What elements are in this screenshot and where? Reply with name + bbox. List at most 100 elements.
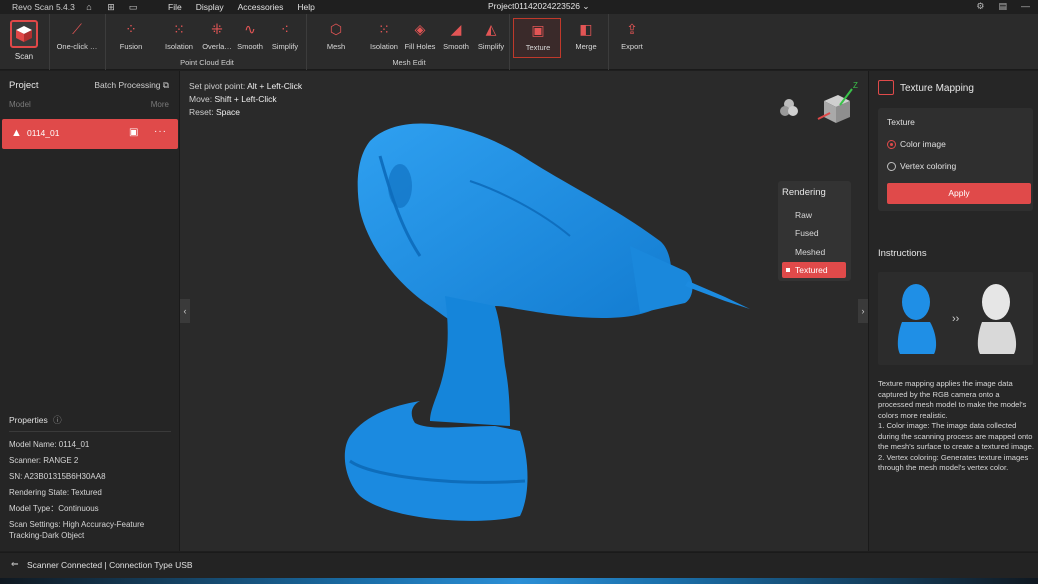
prop-scanner: Scanner: RANGE 2 [9,456,79,465]
bottom-accent-strip [0,578,1038,584]
one-click-group: ⟋ One-click … [50,14,106,70]
mesh-icon: ⬡ [329,21,343,37]
texture-options-card: Texture Color image Vertex coloring Appl… [878,108,1033,211]
texture-icon: ▣ [531,22,545,38]
arrow-glyph: ›› [952,313,960,325]
hint-reset: Reset: Space [189,107,240,117]
fusion-label: Fusion [119,42,143,51]
point-cloud-group: ⁘ Fusion ⁙ Isolation ⁜ Overla… ∿ Smooth … [107,14,307,70]
orientation-cube-icon[interactable]: Z [812,79,860,127]
scan-button[interactable]: Scan [4,20,44,68]
collapse-left-panel-button[interactable]: ‹ [180,299,190,323]
info-icon[interactable]: ⓘ [53,415,62,425]
prop-rendering-state: Rendering State: Textured [9,488,102,497]
collapse-right-panel-button[interactable]: › [858,299,868,323]
mesh-simplify-icon: ◭ [485,21,497,37]
export-label: Export [621,42,643,51]
menu-accessories[interactable]: Accessories [238,2,284,12]
export-group: ⇪ Export [610,14,656,70]
hint-pivot-label: Set pivot point: [189,81,248,91]
scanned-drill-model[interactable] [330,101,750,531]
new-project-icon[interactable]: ⊞ [106,2,116,12]
one-click-button[interactable]: ⟋ One-click … [55,20,99,54]
instructions-text: Texture mapping applies the image data c… [878,379,1034,472]
open-folder-icon[interactable]: ▭ [128,2,138,12]
mesh-label: Mesh [326,42,346,51]
pc-simplify-button[interactable]: ⁖ Simplify [263,20,307,54]
rendering-panel: Rendering Raw Fused Meshed Textured [778,181,851,281]
hint-pivot: Set pivot point: Alt + Left-Click [189,81,302,91]
texture-section-label: Texture [887,117,915,127]
merge-group: ◧ Merge [563,14,609,70]
more-column-header: More [150,100,169,109]
mesh-group: ⬡ Mesh ⁙ Isolation ◈ Fill Holes ◢ Smooth… [308,14,510,70]
view-mode-icon[interactable] [778,97,800,119]
mesh-simplify-button[interactable]: ◭ Simplify [469,20,513,54]
texture-tool: ▣ Texture [516,21,560,55]
apply-button[interactable]: Apply [887,183,1031,204]
notes-icon[interactable]: ▤ [998,1,1007,12]
model-column-header: Model [9,100,31,109]
texture-label: Texture [525,43,551,52]
window-controls: ⚙ ▤ — [976,1,1030,12]
batch-icon: ⧉ [162,80,169,90]
connection-icon: ⇐ [11,559,19,569]
hint-move-label: Move: [189,94,215,104]
hint-reset-label: Reset: [189,107,216,117]
simplify-icon: ⁖ [280,21,290,37]
batch-processing-button[interactable]: Batch Processing ⧉ [94,80,169,91]
app-name: Revo Scan 5.4.3 [12,2,75,12]
render-option-textured[interactable]: Textured [782,262,846,278]
minimize-icon[interactable]: — [1021,1,1030,12]
scan-label: Scan [14,52,34,61]
home-icon[interactable]: ⌂ [84,2,94,12]
model-type-icon: ▲ [11,127,22,139]
hint-reset-value: Space [215,107,241,117]
bust-comparison-image: ›› [897,284,1017,354]
render-option-raw[interactable]: Raw [782,207,846,223]
export-icon: ⇪ [626,21,638,37]
hint-move-value: Shift + Left-Click [214,94,277,104]
properties-header: Properties ⓘ [9,414,62,426]
film-icon[interactable]: ▣ [129,127,138,138]
model-name: 0114_01 [27,128,60,138]
title-bar: Revo Scan 5.4.3 ⌂ ⊞ ▭ File Display Acces… [0,0,1038,14]
3d-viewport[interactable]: Set pivot point: Alt + Left-Click Move: … [180,71,868,551]
model-list-item[interactable]: ▲ 0114_01 ▣ ··· [2,119,178,149]
texture-mapping-icon [878,80,894,95]
vertex-coloring-radio[interactable] [887,162,896,171]
hint-pivot-value: Alt + Left-Click [247,81,303,91]
merge-button[interactable]: ◧ Merge [564,20,608,54]
properties-title: Properties [9,415,48,425]
mesh-simplify-label: Simplify [477,42,505,51]
menu-help[interactable]: Help [297,2,314,12]
texture-mapping-title: Texture Mapping [900,83,974,94]
render-option-meshed[interactable]: Meshed [782,244,846,260]
fusion-button[interactable]: ⁘ Fusion [109,20,153,54]
properties-divider [9,431,171,432]
menu-display[interactable]: Display [196,2,224,12]
prop-scan-settings: Scan Settings: High Accuracy-Feature Tra… [9,520,145,540]
project-title-label: Project [9,80,39,91]
instructions-illustration: ›› [878,272,1033,365]
mesh-button[interactable]: ⬡ Mesh [314,20,358,54]
scan-icon [10,20,38,48]
settings-icon[interactable]: ⚙ [976,1,984,12]
color-image-label: Color image [900,139,946,149]
magic-wand-icon: ⟋ [72,21,82,37]
axis-z-label: Z [853,81,858,90]
project-title[interactable]: Project01142024223526 ⌄ [488,1,590,12]
merge-icon: ◧ [579,21,593,37]
render-option-fused[interactable]: Fused [782,225,846,241]
rendering-title: Rendering [782,187,826,198]
mesh-group-label: Mesh Edit [392,58,426,67]
connection-status: Scanner Connected | Connection Type USB [27,560,193,570]
export-button[interactable]: ⇪ Export [610,20,654,54]
scan-group: Scan [0,14,50,70]
menu-file[interactable]: File [168,2,182,12]
status-bar: ⇐ Scanner Connected | Connection Type US… [0,552,1038,578]
more-options-icon[interactable]: ··· [154,126,167,137]
texture-button[interactable]: ▣ Texture [513,18,561,58]
toolbar: Scan ⟋ One-click … ⁘ Fusion ⁙ Isolation … [0,14,1038,70]
color-image-radio[interactable] [887,140,896,149]
